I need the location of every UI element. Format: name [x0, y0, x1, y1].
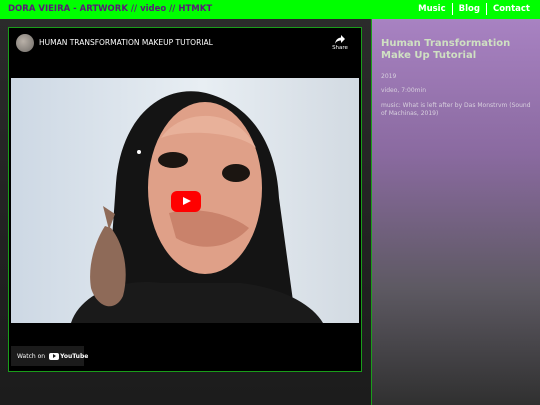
- share-icon: [335, 35, 345, 44]
- breadcrumb-separator: //: [166, 4, 179, 14]
- main-nav: Music Blog Contact: [412, 3, 536, 15]
- channel-avatar[interactable]: [16, 34, 34, 52]
- work-year: 2019: [381, 73, 397, 80]
- watch-on-youtube-button[interactable]: Watch on YouTube: [11, 346, 88, 366]
- youtube-icon: [49, 352, 60, 360]
- top-bar: DORA VIEIRA - ARTWORK // video // HTMKT …: [0, 0, 540, 19]
- share-button[interactable]: Share: [329, 35, 351, 51]
- share-label: Share: [332, 45, 348, 51]
- breadcrumb-artwork[interactable]: DORA VIEIRA - ARTWORK: [8, 4, 128, 14]
- nav-music[interactable]: Music: [412, 3, 452, 15]
- nav-blog[interactable]: Blog: [451, 3, 486, 15]
- nav-contact[interactable]: Contact: [485, 3, 536, 15]
- play-button[interactable]: [171, 191, 201, 212]
- main-content: HUMAN TRANSFORMATION MAKEUP TUTORIAL Sha…: [0, 19, 371, 405]
- breadcrumb-separator: //: [127, 4, 141, 14]
- breadcrumb: DORA VIEIRA - ARTWORK // video // HTMKT: [8, 4, 212, 14]
- youtube-logo: YouTube: [49, 352, 89, 360]
- work-music-credit: music: What is left after by Das Monstrv…: [381, 102, 531, 117]
- info-panel: Human Transformation Make Up Tutorial 20…: [371, 19, 540, 405]
- work-medium: video, 7:00min: [381, 87, 426, 94]
- video-header: HUMAN TRANSFORMATION MAKEUP TUTORIAL Sha…: [9, 28, 361, 78]
- youtube-label: YouTube: [60, 352, 89, 360]
- video-embed[interactable]: HUMAN TRANSFORMATION MAKEUP TUTORIAL Sha…: [8, 27, 362, 372]
- video-title[interactable]: HUMAN TRANSFORMATION MAKEUP TUTORIAL: [39, 38, 213, 47]
- video-thumbnail[interactable]: [11, 78, 359, 323]
- watch-on-label: Watch on: [17, 352, 46, 360]
- breadcrumb-video[interactable]: video: [140, 4, 166, 14]
- work-title: Human Transformation Make Up Tutorial: [381, 38, 511, 61]
- breadcrumb-htmkt: HTMKT: [178, 4, 213, 14]
